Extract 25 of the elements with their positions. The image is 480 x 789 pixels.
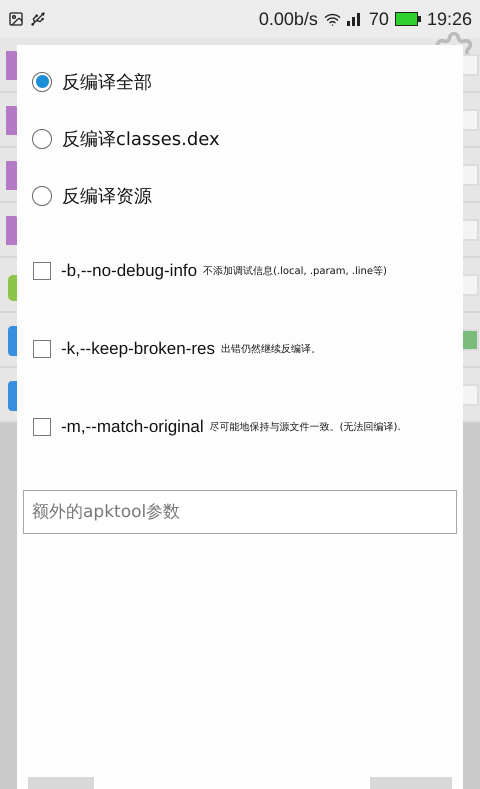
radio-button[interactable] [32, 186, 52, 206]
flag-description: 不添加调试信息(.local, .param, .line等) [203, 264, 387, 278]
flag-description: 出错仍然继续反编译。 [221, 342, 321, 356]
signal-icon [346, 12, 363, 26]
image-icon [8, 11, 24, 27]
dialog-button[interactable] [370, 777, 452, 789]
network-speed: 0.00b/s [258, 8, 318, 30]
checkbox[interactable] [33, 418, 51, 436]
option-label: 反编译全部 [62, 70, 152, 94]
usb-icon [30, 11, 46, 27]
checkbox[interactable] [33, 340, 51, 358]
radio-button[interactable] [32, 72, 52, 92]
input-field[interactable]: 额外的apktool参数 [23, 490, 457, 534]
flag-label: -b,--no-debug-info [61, 261, 198, 281]
battery-level: 70 [368, 8, 389, 30]
option-label: 反编译资源 [62, 184, 152, 208]
dialog-button[interactable] [28, 777, 94, 789]
battery-icon [394, 12, 421, 26]
flag-description: 尽可能地保持与源文件一致。(无法回编译). [210, 420, 401, 434]
option-label: 反编译classes.dex [62, 128, 220, 150]
clock: 19:26 [426, 8, 472, 30]
checkbox[interactable] [33, 262, 51, 280]
flag-label: -m,--match-original [61, 417, 204, 437]
radio-button[interactable] [32, 128, 52, 148]
flag-label: -k,--keep-broken-res [61, 339, 215, 359]
